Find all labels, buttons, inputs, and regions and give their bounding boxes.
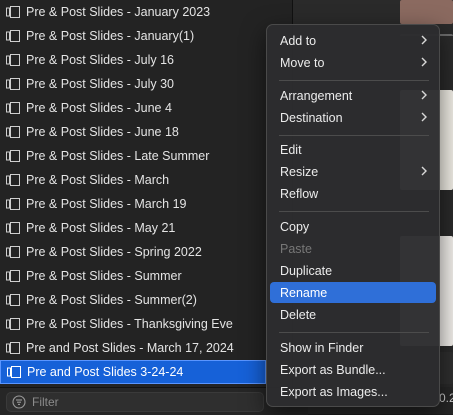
list-item[interactable]: Pre & Post Slides - Summer [0, 264, 266, 288]
menu-item-label: Paste [280, 241, 312, 256]
menu-item-duplicate[interactable]: Duplicate [270, 260, 436, 281]
slides-icon [6, 102, 20, 114]
menu-item-export-bundle[interactable]: Export as Bundle... [270, 359, 436, 380]
list-item-label: Pre & Post Slides - January(1) [26, 29, 195, 43]
chevron-right-icon [421, 90, 427, 100]
slides-icon [6, 126, 20, 138]
slides-icon [6, 150, 20, 162]
menu-item-label: Move to [280, 55, 325, 70]
menu-item-label: Resize [280, 164, 319, 179]
menu-item-export-images[interactable]: Export as Images... [270, 381, 436, 402]
chevron-right-icon [421, 35, 427, 45]
list-item[interactable]: Pre & Post Slides - Summer(2) [0, 288, 266, 312]
menu-item-label: Copy [280, 219, 310, 234]
preview-number: 0.2 [439, 391, 453, 405]
menu-item-label: Reflow [280, 186, 319, 201]
list-item-selected[interactable]: Pre and Post Slides 3-24-24 [0, 360, 266, 384]
chevron-right-icon [421, 57, 427, 67]
menu-item-label: Add to [280, 33, 317, 48]
slides-icon [6, 246, 20, 258]
menu-item-label: Rename [280, 285, 328, 300]
list-item-label: Pre & Post Slides - July 16 [26, 53, 174, 67]
list-item[interactable]: Pre & Post Slides - January(1) [0, 24, 266, 48]
list-item[interactable]: Pre & Post Slides - Spring 2022 [0, 240, 266, 264]
slides-icon [6, 174, 20, 186]
menu-item-show-in-finder[interactable]: Show in Finder [270, 337, 436, 358]
menu-item-reflow[interactable]: Reflow [270, 183, 436, 204]
menu-separator [279, 135, 429, 136]
list-item[interactable]: Pre & Post Slides - June 18 [0, 120, 266, 144]
list-item-label: Pre & Post Slides - January 2023 [26, 5, 211, 19]
list-item-label: Pre & Post Slides - March [26, 173, 170, 187]
list-item[interactable]: Pre & Post Slides - July 30 [0, 72, 266, 96]
slides-icon [6, 78, 20, 90]
slides-icon [7, 366, 21, 378]
list-item[interactable]: Pre & Post Slides - Late Summer [0, 144, 266, 168]
list-item-label: Pre & Post Slides - Thanksgiving Eve [26, 317, 233, 331]
list-item-label: Pre & Post Slides - Late Summer [26, 149, 210, 163]
list-item-label: Pre & Post Slides - June 18 [26, 125, 179, 139]
menu-item-label: Destination [280, 110, 343, 125]
menu-separator [279, 211, 429, 212]
list-item[interactable]: Pre & Post Slides - March 19 [0, 192, 266, 216]
list-item-label: Pre and Post Slides - March 17, 2024 [26, 341, 234, 355]
menu-item-label: Arrangement [280, 88, 353, 103]
list-item-label: Pre & Post Slides - Spring 2022 [26, 245, 202, 259]
menu-item-label: Export as Images... [280, 384, 388, 399]
list-item-label: Pre and Post Slides 3-24-24 [27, 365, 184, 379]
list-item[interactable]: Pre & Post Slides - May 21 [0, 216, 266, 240]
list-item[interactable]: Pre & Post Slides - March [0, 168, 266, 192]
list-item-label: Pre & Post Slides - Summer(2) [26, 293, 197, 307]
menu-item-add-to[interactable]: Add to [270, 30, 436, 51]
list-item-label: Pre & Post Slides - May 21 [26, 221, 176, 235]
filter-placeholder: Filter [32, 394, 59, 409]
menu-item-move-to[interactable]: Move to [270, 52, 436, 73]
list-item-label: Pre & Post Slides - July 30 [26, 77, 174, 91]
menu-separator [279, 332, 429, 333]
menu-item-label: Duplicate [280, 263, 333, 278]
menu-separator [279, 80, 429, 81]
menu-item-label: Delete [280, 307, 317, 322]
context-menu: Add to Move to Arrangement Destination E… [266, 24, 440, 407]
slides-icon [6, 54, 20, 66]
slides-icon [6, 318, 20, 330]
menu-item-destination[interactable]: Destination [270, 107, 436, 128]
slides-icon [6, 342, 20, 354]
filter-input[interactable]: Filter [6, 391, 264, 412]
list-item-label: Pre & Post Slides - June 4 [26, 101, 172, 115]
slides-icon [6, 270, 20, 282]
list-item[interactable]: Pre & Post Slides - Thanksgiving Eve [0, 312, 266, 336]
slide-thumbnail[interactable] [400, 0, 453, 24]
chevron-right-icon [421, 112, 427, 122]
scroll-strip [293, 0, 308, 24]
slides-icon [6, 294, 20, 306]
filter-bar: Filter [0, 387, 308, 415]
menu-item-copy[interactable]: Copy [270, 216, 436, 237]
list-item-label: Pre & Post Slides - Summer [26, 269, 182, 283]
menu-item-edit[interactable]: Edit [270, 139, 436, 160]
menu-item-paste: Paste [270, 238, 436, 259]
slides-icon [6, 222, 20, 234]
menu-item-label: Edit [280, 142, 302, 157]
menu-item-delete[interactable]: Delete [270, 304, 436, 325]
list-item[interactable]: Pre & Post Slides - June 4 [0, 96, 266, 120]
slides-icon [6, 6, 20, 18]
slides-icon [6, 30, 20, 42]
menu-item-label: Show in Finder [280, 340, 364, 355]
slides-icon [6, 198, 20, 210]
list-item-label: Pre & Post Slides - March 19 [26, 197, 187, 211]
menu-item-arrangement[interactable]: Arrangement [270, 85, 436, 106]
menu-item-resize[interactable]: Resize [270, 161, 436, 182]
playlist-panel: Pre & Post Slides - January 2023 Pre & P… [0, 0, 308, 415]
menu-item-label: Export as Bundle... [280, 362, 386, 377]
list-item[interactable]: Pre and Post Slides - March 17, 2024 [0, 336, 266, 360]
list-item[interactable]: Pre & Post Slides - January 2023 [0, 0, 266, 24]
list-item[interactable]: Pre & Post Slides - July 16 [0, 48, 266, 72]
chevron-right-icon [421, 166, 427, 176]
filter-icon [12, 394, 26, 409]
menu-item-rename[interactable]: Rename [270, 282, 436, 303]
